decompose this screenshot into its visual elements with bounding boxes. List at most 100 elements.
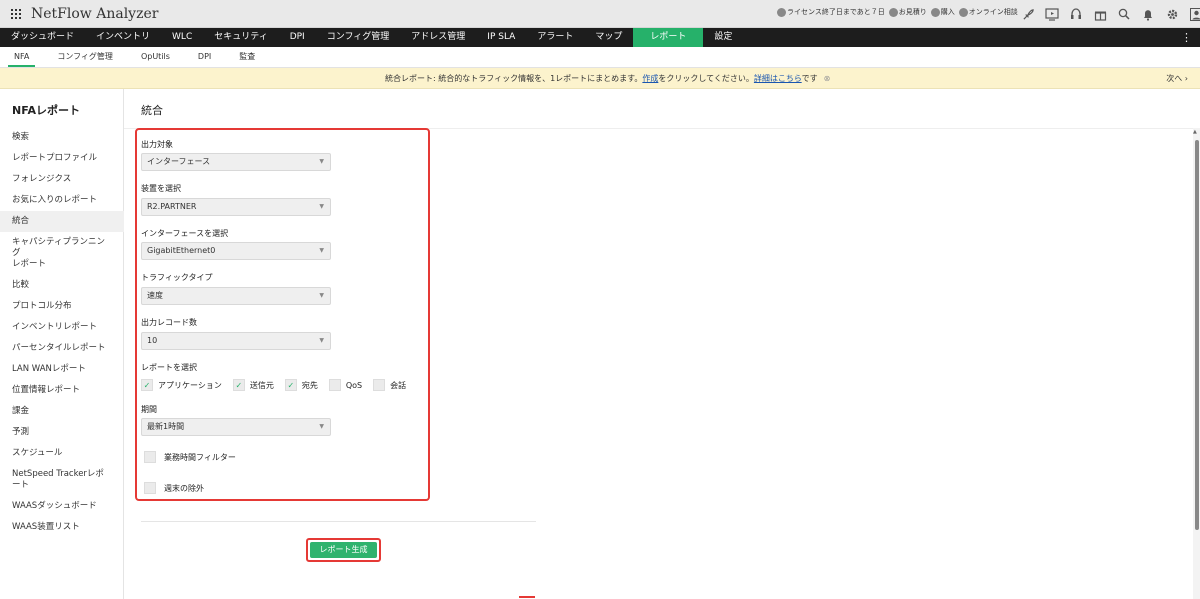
sidebar-title: NFAレポート xyxy=(12,104,80,117)
nav-reports[interactable]: レポート xyxy=(633,28,704,47)
banner-create-link[interactable]: 作成 xyxy=(642,74,658,83)
quote-link[interactable]: お見積り xyxy=(888,7,927,17)
weekend-exclusion: 週末の除外 xyxy=(144,482,215,494)
device-select[interactable]: R2.PARTNER ▼ xyxy=(141,198,331,216)
checkbox-conversation[interactable] xyxy=(373,379,386,391)
sidebar: NFAレポート 検索 レポートプロファイル フォレンジクス お気に入りのレポート… xyxy=(0,89,124,599)
interface-label: インターフェースを選択 xyxy=(141,229,229,238)
subnav-audit[interactable]: 監査 xyxy=(225,47,269,67)
sidebar-item-capacity-planning[interactable]: キャパシティプランニング レポート xyxy=(0,232,124,275)
checkbox-destination[interactable]: ✓ xyxy=(284,379,297,391)
nav-security[interactable]: セキュリティ xyxy=(203,28,278,47)
sidebar-item-inventory-report[interactable]: インベントリレポート xyxy=(0,317,124,338)
subnav-dpi[interactable]: DPI xyxy=(184,47,225,67)
banner-next-link[interactable]: 次へ › xyxy=(1166,68,1188,89)
consult-link[interactable]: オンライン相談 xyxy=(958,7,1018,17)
purchase-link[interactable]: 購入 xyxy=(930,7,955,17)
headset-icon[interactable] xyxy=(1066,4,1086,24)
device-label: 装置を選択 xyxy=(141,184,181,193)
quote-icon xyxy=(888,7,898,17)
report-select-label: レポートを選択 xyxy=(141,363,197,372)
more-options-icon[interactable]: ⋮ xyxy=(1181,28,1192,47)
sidebar-item-waas-dashboard[interactable]: WAASダッシュボード xyxy=(0,496,124,517)
output-target-label: 出力対象 xyxy=(141,140,173,149)
checkbox-weekend-exclusion[interactable] xyxy=(144,482,156,494)
sidebar-item-forensics[interactable]: フォレンジクス xyxy=(0,169,124,190)
info-banner: 統合レポート: 統合的なトラフィック情報を、1レポートにまとめます。作成をクリッ… xyxy=(0,68,1200,89)
sidebar-item-billing[interactable]: 課金 xyxy=(0,401,124,422)
bell-icon[interactable] xyxy=(1138,4,1158,24)
top-icons xyxy=(1018,4,1200,24)
nav-dashboard[interactable]: ダッシュボード xyxy=(0,28,85,47)
video-icon[interactable] xyxy=(1042,4,1062,24)
subnav-oputils[interactable]: OpUtils xyxy=(127,47,184,67)
output-target-select[interactable]: インターフェース ▼ xyxy=(141,153,331,171)
clock-icon xyxy=(777,7,786,17)
report-options: ✓ アプリケーション ✓ 送信元 ✓ 宛先 QoS 会話 xyxy=(141,378,417,392)
gift-icon[interactable] xyxy=(1090,4,1110,24)
close-icon[interactable]: ⊗ xyxy=(824,74,831,83)
sidebar-item-report-profile[interactable]: レポートプロファイル xyxy=(0,148,124,169)
interface-select[interactable]: GigabitEthernet0 ▼ xyxy=(141,242,331,260)
chevron-right-icon: › xyxy=(1184,74,1188,83)
nav-config-management[interactable]: コンフィグ管理 xyxy=(316,28,401,47)
sidebar-item-consolidated[interactable]: 統合 xyxy=(0,211,124,232)
nav-alerts[interactable]: アラート xyxy=(526,28,584,47)
apps-grid-icon[interactable] xyxy=(11,8,21,19)
scroll-up-icon[interactable]: ▲ xyxy=(1193,129,1197,135)
highlight-mark xyxy=(519,596,535,598)
gear-icon[interactable] xyxy=(1162,4,1182,24)
subnav-config-management[interactable]: コンフィグ管理 xyxy=(43,47,127,67)
rocket-icon[interactable] xyxy=(1018,4,1038,24)
nav-dpi[interactable]: DPI xyxy=(279,28,316,47)
checkbox-application[interactable]: ✓ xyxy=(141,379,153,391)
nav-wlc[interactable]: WLC xyxy=(161,28,203,47)
user-icon[interactable] xyxy=(1186,4,1200,24)
scroll-thumb[interactable] xyxy=(1195,140,1199,530)
sidebar-item-waas-device-list[interactable]: WAAS装置リスト xyxy=(0,517,124,538)
nav-settings[interactable]: 設定 xyxy=(703,28,743,47)
top-bar: NetFlow Analyzer ライセンス終了日まであと７日 お見積り 購入 … xyxy=(0,0,1200,28)
sidebar-item-geolocation-report[interactable]: 位置情報レポート xyxy=(0,380,124,401)
sub-nav: NFA コンフィグ管理 OpUtils DPI 監査 xyxy=(0,47,1200,68)
sidebar-item-netspeed-tracker[interactable]: NetSpeed Trackerレポート xyxy=(0,464,124,496)
nav-inventory[interactable]: インベントリ xyxy=(85,28,161,47)
subnav-nfa[interactable]: NFA xyxy=(0,47,43,67)
traffic-type-label: トラフィックタイプ xyxy=(141,273,213,282)
generate-report-button[interactable]: レポート生成 xyxy=(306,538,381,562)
page-title: 統合 xyxy=(141,104,163,117)
caret-down-icon: ▼ xyxy=(319,337,324,344)
sidebar-item-schedule[interactable]: スケジュール xyxy=(0,443,124,464)
sidebar-item-protocol-distribution[interactable]: プロトコル分布 xyxy=(0,296,124,317)
form-divider xyxy=(141,521,536,522)
sidebar-item-search[interactable]: 検索 xyxy=(0,127,124,148)
top-links: ライセンス終了日まであと７日 お見積り 購入 オンライン相談 xyxy=(777,7,1022,17)
sidebar-list: 検索 レポートプロファイル フォレンジクス お気に入りのレポート 統合 キャパシ… xyxy=(0,127,124,538)
main-nav: ダッシュボード インベントリ WLC セキュリティ DPI コンフィグ管理 アド… xyxy=(0,28,1200,47)
checkbox-source[interactable]: ✓ xyxy=(232,379,245,391)
sidebar-item-forecast[interactable]: 予測 xyxy=(0,422,124,443)
period-label: 期間 xyxy=(141,405,157,414)
license-link[interactable]: ライセンス終了日まであと７日 xyxy=(777,7,885,17)
caret-down-icon: ▼ xyxy=(319,247,324,254)
banner-details-link[interactable]: 詳細はこちら xyxy=(754,74,802,83)
sidebar-item-lan-wan-report[interactable]: LAN WANレポート xyxy=(0,359,124,380)
nav-ip-sla[interactable]: IP SLA xyxy=(476,28,526,47)
sidebar-item-compare[interactable]: 比較 xyxy=(0,275,124,296)
checkbox-qos[interactable] xyxy=(328,379,341,391)
nav-address-management[interactable]: アドレス管理 xyxy=(400,28,476,47)
checkbox-business-hours[interactable] xyxy=(144,451,156,463)
sidebar-item-favorites[interactable]: お気に入りのレポート xyxy=(0,190,124,211)
record-count-select[interactable]: 10 ▼ xyxy=(141,332,331,350)
caret-down-icon: ▼ xyxy=(319,423,324,430)
business-hours-filter: 業務時間フィルター xyxy=(144,451,247,463)
chat-icon xyxy=(958,7,968,17)
app-title: NetFlow Analyzer xyxy=(31,5,159,22)
nav-maps[interactable]: マップ xyxy=(584,28,633,47)
traffic-type-select[interactable]: 速度 ▼ xyxy=(141,287,331,305)
search-icon[interactable] xyxy=(1114,4,1134,24)
caret-down-icon: ▼ xyxy=(319,203,324,210)
period-select[interactable]: 最新1時間 ▼ xyxy=(141,418,331,436)
sidebar-item-percentile-report[interactable]: パーセンタイルレポート xyxy=(0,338,124,359)
cart-icon xyxy=(930,7,940,17)
